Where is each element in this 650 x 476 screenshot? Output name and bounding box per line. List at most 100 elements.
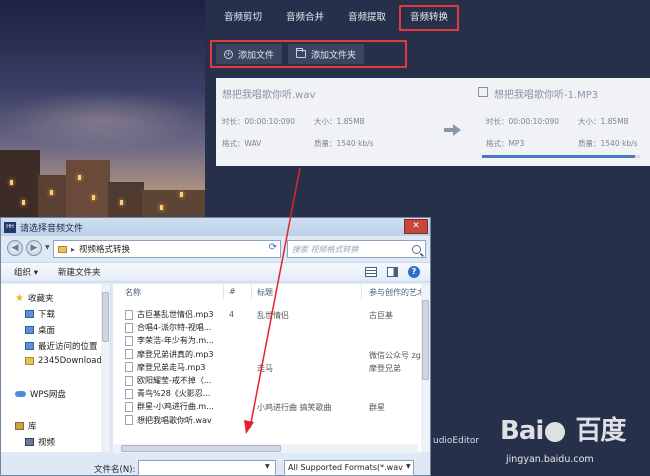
filetype-select[interactable]: All Supported Formats(*.wav bbox=[284, 460, 414, 476]
forward-button[interactable]: ▶ bbox=[26, 240, 42, 256]
open-file-dialog: HH 请选择音频文件 ✕ ◀ ▶ ▼ ▸ 视频格式转换 ⟳ 搜索 视频格式转换 … bbox=[0, 217, 431, 476]
nav-recent[interactable]: 最近访问的位置 bbox=[25, 340, 98, 352]
scrollbar-thumb[interactable] bbox=[121, 445, 281, 452]
file-list-item[interactable]: 想把我唱歌你听.wav bbox=[125, 414, 212, 427]
add-folder-button[interactable]: 添加文件夹 bbox=[288, 44, 365, 64]
filename-dropdown-icon[interactable]: ▼ bbox=[265, 463, 270, 470]
organize-menu[interactable]: 组织 ▾ bbox=[14, 266, 38, 278]
source-format: 格式：WAV bbox=[222, 139, 262, 148]
column-divider[interactable] bbox=[361, 284, 362, 300]
nav-label: 视频 bbox=[38, 438, 56, 448]
convert-arrow-icon bbox=[444, 122, 461, 138]
nav-wps-cloud[interactable]: WPS网盘 bbox=[15, 388, 66, 400]
column-divider[interactable] bbox=[223, 284, 224, 300]
search-placeholder: 搜索 视频格式转换 bbox=[292, 244, 359, 254]
address-bar[interactable]: ▸ 视频格式转换 bbox=[53, 240, 281, 258]
file-list-item[interactable]: 古巨基乱世情侣.mp3 bbox=[125, 308, 214, 321]
library-icon bbox=[15, 422, 24, 430]
download-folder-icon bbox=[25, 310, 34, 318]
window-light bbox=[120, 200, 123, 205]
target-file-name: 想把我唱歌你听-1.MP3 bbox=[494, 90, 599, 101]
column-header-title[interactable]: 标题 bbox=[257, 287, 273, 298]
add-folder-label: 添加文件夹 bbox=[311, 50, 357, 61]
nav-label: 下载 bbox=[38, 310, 56, 320]
tab-audio-convert[interactable]: 音频转换 bbox=[399, 5, 460, 31]
file-artist-cell: 古巨基 bbox=[369, 311, 393, 320]
refresh-icon[interactable]: ⟳ bbox=[267, 242, 279, 254]
file-artist-cell: 群星 bbox=[369, 403, 385, 413]
nav-desktop[interactable]: 桌面 bbox=[25, 324, 55, 336]
target-duration: 时长：00:00:10:090 bbox=[486, 117, 560, 126]
column-divider[interactable] bbox=[251, 284, 252, 300]
filename-label: 文件名(N): bbox=[94, 465, 136, 475]
tab-audio-extract[interactable]: 音频提取 bbox=[337, 5, 397, 31]
nav-pane-scrollbar[interactable] bbox=[101, 284, 110, 452]
dialog-titlebar[interactable]: HH 请选择音频文件 bbox=[1, 218, 430, 236]
nav-videos[interactable]: 视频 bbox=[25, 436, 55, 448]
window-light bbox=[180, 192, 183, 197]
column-header-name[interactable]: 名称 bbox=[125, 287, 141, 298]
view-mode-icon[interactable] bbox=[365, 267, 377, 277]
filetype-dropdown-icon[interactable]: ▼ bbox=[406, 463, 411, 470]
file-list-item[interactable]: 群星-小鸡进行曲.m... bbox=[125, 400, 214, 413]
back-button[interactable]: ◀ bbox=[7, 240, 23, 256]
help-icon[interactable]: ? bbox=[408, 266, 420, 278]
nav-custom-folder[interactable]: 2345Download bbox=[25, 356, 102, 366]
tab-audio-merge[interactable]: 音频合并 bbox=[275, 5, 335, 31]
window-light bbox=[92, 195, 95, 200]
nav-label: 2345Download bbox=[38, 356, 102, 366]
nav-label: WPS网盘 bbox=[30, 390, 66, 400]
file-card[interactable]: 想把我唱歌你听.wav 想把我唱歌你听-1.MP3 时长：00:00:10:09… bbox=[216, 78, 650, 166]
paw-icon bbox=[545, 421, 566, 442]
file-list-item[interactable]: 青鸟%28《火影忍... bbox=[125, 387, 210, 400]
audio-file-icon bbox=[125, 388, 133, 399]
source-quality: 质量：1540 kb/s bbox=[314, 139, 374, 148]
source-file-name: 想把我唱歌你听.wav bbox=[222, 90, 316, 101]
baidu-watermark: Bai 百度 jingyan.baidu.com bbox=[500, 410, 650, 476]
file-title-cell: 乱世情侣 bbox=[257, 311, 289, 320]
cloud-icon bbox=[15, 391, 26, 397]
scrollbar-thumb[interactable] bbox=[102, 292, 109, 342]
new-folder-button[interactable]: 新建文件夹 bbox=[58, 266, 101, 278]
nav-downloads[interactable]: 下载 bbox=[25, 308, 55, 320]
audio-file-icon bbox=[125, 415, 133, 426]
folder-icon bbox=[296, 48, 307, 58]
file-number-cell: 4 bbox=[229, 310, 235, 319]
file-list-item[interactable]: 合唱4-派尔特-视唱... bbox=[125, 321, 212, 334]
app-toolbar: + 添加文件 添加文件夹 bbox=[210, 40, 407, 68]
app-tabs: 音频剪切 音频合并 音频提取 音频转换 bbox=[205, 0, 650, 36]
edit-icon[interactable] bbox=[478, 87, 488, 97]
breadcrumb-separator-icon: ▸ bbox=[71, 244, 76, 254]
column-header-artist[interactable]: 参与创作的艺术 bbox=[369, 287, 425, 298]
target-quality: 质量：1540 kb/s bbox=[578, 139, 638, 148]
nav-favorites[interactable]: ★ 收藏夹 bbox=[15, 292, 53, 305]
navigation-pane: ★ 收藏夹 下载 桌面 最近访问的位置 2345Download WPS网盘 库 bbox=[1, 284, 111, 452]
search-input[interactable]: 搜索 视频格式转换 bbox=[287, 240, 426, 258]
audio-file-icon bbox=[125, 335, 133, 346]
audio-file-icon bbox=[125, 322, 133, 333]
scrollbar-thumb[interactable] bbox=[422, 300, 429, 380]
preview-pane-icon[interactable] bbox=[387, 267, 398, 277]
audio-file-icon bbox=[125, 375, 133, 386]
file-list-item[interactable]: 欧阳耀莹-戒不掉（... bbox=[125, 374, 212, 387]
tab-audio-cut[interactable]: 音频剪切 bbox=[213, 5, 273, 31]
history-dropdown-icon[interactable]: ▼ bbox=[45, 244, 50, 251]
progress-fill bbox=[482, 155, 636, 158]
file-list-scrollbar[interactable] bbox=[421, 284, 430, 452]
nav-library[interactable]: 库 bbox=[15, 420, 37, 432]
plus-icon: + bbox=[224, 49, 233, 59]
file-list-item[interactable]: 李荣浩-年少有为.m... bbox=[125, 334, 214, 347]
horizontal-scrollbar[interactable] bbox=[113, 444, 418, 453]
column-header-number[interactable]: # bbox=[229, 287, 236, 296]
file-list-item[interactable]: 摩登兄弟讲真的.mp3 bbox=[125, 348, 214, 361]
baidu-logo: Bai 百度 bbox=[500, 416, 626, 446]
close-button[interactable]: ✕ bbox=[404, 219, 428, 234]
filename-input[interactable] bbox=[138, 460, 276, 476]
search-icon bbox=[412, 244, 421, 254]
file-name: 李荣浩-年少有为.m... bbox=[137, 336, 214, 346]
breadcrumb-current-folder[interactable]: 视频格式转换 bbox=[79, 243, 130, 255]
file-name: 合唱4-派尔特-视唱... bbox=[137, 323, 212, 333]
file-list-item[interactable]: 摩登兄弟走马.mp3 bbox=[125, 361, 206, 374]
file-artist-cell: 摩登兄弟 bbox=[369, 363, 401, 373]
add-file-button[interactable]: + 添加文件 bbox=[216, 44, 283, 64]
